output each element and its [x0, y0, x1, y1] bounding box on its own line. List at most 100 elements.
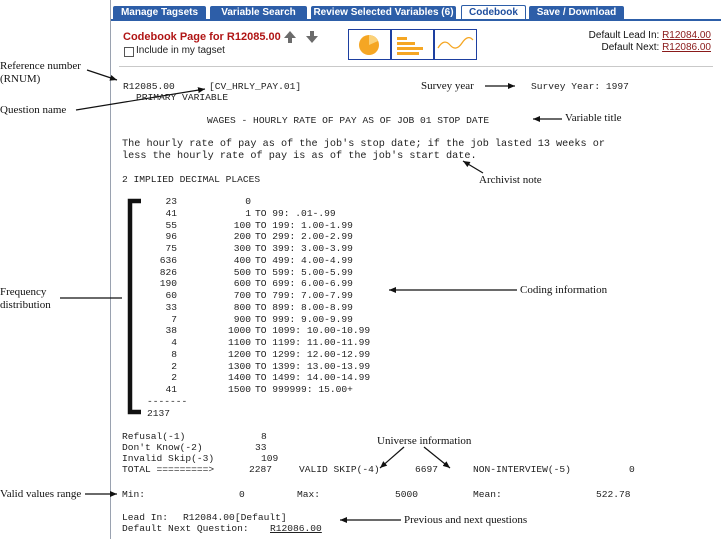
- annotation-prev-next: Previous and next questions: [404, 514, 528, 526]
- frequency-row: 41 1 TO 99: .01-.99: [111, 208, 541, 219]
- frequency-row: 2 1300 TO 1399: 13.00-13.99: [111, 361, 541, 372]
- frequency-range: TO 299: 2.00-2.99: [255, 231, 353, 243]
- frequency-row: 75 300 TO 399: 3.00-3.99: [111, 243, 541, 254]
- rnum: R12085.00: [123, 81, 175, 92]
- annotation-rnum: Reference number (RNUM): [0, 60, 81, 85]
- frequency-code: 400: [233, 254, 251, 266]
- tab-save-download[interactable]: Save / Download: [529, 6, 624, 19]
- max-label: Max:: [297, 489, 321, 500]
- non-interview-value: 0: [629, 464, 635, 475]
- include-tagset-checkbox[interactable]: [124, 47, 134, 57]
- default-lead-in-link[interactable]: R12084.00: [662, 30, 711, 41]
- frequency-count: 8: [171, 348, 177, 360]
- next-question-label: Default Next Question:: [122, 523, 249, 534]
- tab-variable-search[interactable]: Variable Search: [210, 6, 307, 19]
- pie-chart-button[interactable]: [348, 29, 391, 60]
- frequency-count: 2: [171, 360, 177, 372]
- tab-review-selected-variables[interactable]: Review Selected Variables (6): [311, 6, 456, 19]
- tab-codebook[interactable]: Codebook: [461, 5, 526, 19]
- frequency-row: 190 600 TO 699: 6.00-6.99: [111, 278, 541, 289]
- line-chart-button[interactable]: [434, 29, 477, 60]
- invalid-skip-value: 109: [261, 453, 279, 464]
- arrow-down-icon[interactable]: [305, 30, 319, 44]
- frequency-range: TO 1499: 14.00-14.99: [255, 372, 371, 384]
- frequency-range: TO 1399: 13.00-13.99: [255, 360, 371, 372]
- frequency-range: TO 999: 9.00-9.99: [255, 313, 353, 325]
- valid-skip-label: VALID SKIP(-4): [299, 464, 380, 475]
- frequency-row: 55 100 TO 199: 1.00-1.99: [111, 220, 541, 231]
- frequency-row: 636 400 TO 499: 4.00-4.99: [111, 255, 541, 266]
- valid-skip-value: 6697: [415, 464, 439, 475]
- survey-year: Survey Year: 1997: [531, 81, 629, 92]
- lead-in-label: Lead In:: [122, 512, 169, 523]
- frequency-count: 96: [165, 231, 177, 243]
- non-interview-label: NON-INTERVIEW(-5): [473, 464, 571, 475]
- frequency-code: 1300: [227, 360, 251, 372]
- annotation-question-name: Question name: [0, 104, 67, 116]
- total-divider: -------: [147, 395, 188, 407]
- max-value: 5000: [395, 489, 419, 500]
- primary-variable: PRIMARY VARIABLE: [136, 92, 229, 103]
- frequency-row: 8 1200 TO 1299: 12.00-12.99: [111, 349, 541, 360]
- frequency-code: 1000: [227, 325, 251, 337]
- lead-in-value[interactable]: R12084.00[Default]: [183, 512, 287, 523]
- frequency-range: TO 599: 5.00-5.99: [255, 266, 353, 278]
- default-lead-in-label: Default Lead In:: [588, 30, 660, 41]
- frequency-count: 4: [171, 337, 177, 348]
- frequency-count: 60: [165, 290, 177, 301]
- tab-manage-tagsets[interactable]: Manage Tagsets: [113, 6, 206, 19]
- default-navigation: Default Lead In: R12084.00 Default Next:…: [589, 30, 711, 54]
- frequency-range: TO 799: 7.00-7.99: [255, 290, 353, 301]
- total-label: TOTAL =========>: [122, 464, 215, 475]
- frequency-code: 800: [233, 301, 251, 313]
- frequency-code: 300: [233, 243, 251, 254]
- frequency-count: 826: [159, 266, 177, 278]
- frequency-range: TO 399: 3.00-3.99: [255, 243, 353, 254]
- refusal-value: 8: [261, 431, 267, 442]
- include-tagset-label: Include in my tagset: [136, 45, 225, 56]
- archivist-note: 2 IMPLIED DECIMAL PLACES: [122, 174, 261, 185]
- frequency-row: 38 1000 TO 1099: 10.00-10.99: [111, 325, 541, 336]
- frequency-code: 900: [233, 313, 251, 325]
- refusal-label: Refusal(-1): [122, 431, 186, 442]
- frequency-row: 96 200 TO 299: 2.00-2.99: [111, 231, 541, 242]
- annotation-universe: Universe information: [376, 435, 473, 447]
- frequency-count: 2: [171, 372, 177, 384]
- frequency-range: TO 499: 4.00-4.99: [255, 254, 353, 266]
- tab-bar: Manage Tagsets Variable Search Review Se…: [111, 5, 721, 20]
- tab-underline: [111, 19, 721, 21]
- annotation-archivist-note: Archivist note: [479, 174, 542, 186]
- frequency-row: 7 900 TO 999: 9.00-9.99: [111, 314, 541, 325]
- frequency-code: 500: [233, 266, 251, 278]
- default-next-link[interactable]: R12086.00: [662, 42, 711, 53]
- frequency-code: 0: [245, 196, 251, 207]
- frequency-count: 7: [171, 313, 177, 325]
- page-title: Codebook Page for R12085.00: [123, 31, 281, 43]
- arrow-up-icon[interactable]: [283, 30, 297, 44]
- frequency-code: 100: [233, 219, 251, 231]
- annotation-valid-range: Valid values range: [0, 488, 82, 500]
- frequency-code: 1: [245, 207, 251, 219]
- annotation-coding: Coding information: [520, 284, 608, 296]
- description-line-1: The hourly rate of pay as of the job's s…: [122, 139, 605, 150]
- frequency-code: 1500: [227, 384, 251, 395]
- dont-know-label: Don't Know(-2): [122, 442, 203, 453]
- bar-chart-button[interactable]: [391, 29, 434, 60]
- frequency-code: 1200: [227, 348, 251, 360]
- frequency-count: 41: [165, 207, 177, 219]
- frequency-row: 33 800 TO 899: 8.00-8.99: [111, 302, 541, 313]
- frequency-table: 23 0 41 1 TO 99: .01-.99 55 100 TO 199: 1.00-1.…: [111, 196, 541, 426]
- frequency-range: TO 1299: 12.00-12.99: [255, 348, 371, 360]
- codebook-window: Manage Tagsets Variable Search Review Se…: [110, 0, 721, 539]
- pie-chart-icon: [359, 35, 379, 55]
- frequency-range: TO 99: .01-.99: [255, 207, 336, 219]
- dont-know-value: 33: [255, 442, 267, 453]
- frequency-row: 826 500 TO 599: 5.00-5.99: [111, 267, 541, 278]
- invalid-skip-label: Invalid Skip(-3): [122, 453, 215, 464]
- bar-chart-icon: [397, 37, 423, 55]
- next-question-link[interactable]: R12086.00: [270, 523, 322, 534]
- frequency-row: 60 700 TO 799: 7.00-7.99: [111, 290, 541, 301]
- min-value: 0: [239, 489, 245, 500]
- frequency-count: 38: [165, 325, 177, 337]
- frequency-count: 190: [159, 278, 177, 290]
